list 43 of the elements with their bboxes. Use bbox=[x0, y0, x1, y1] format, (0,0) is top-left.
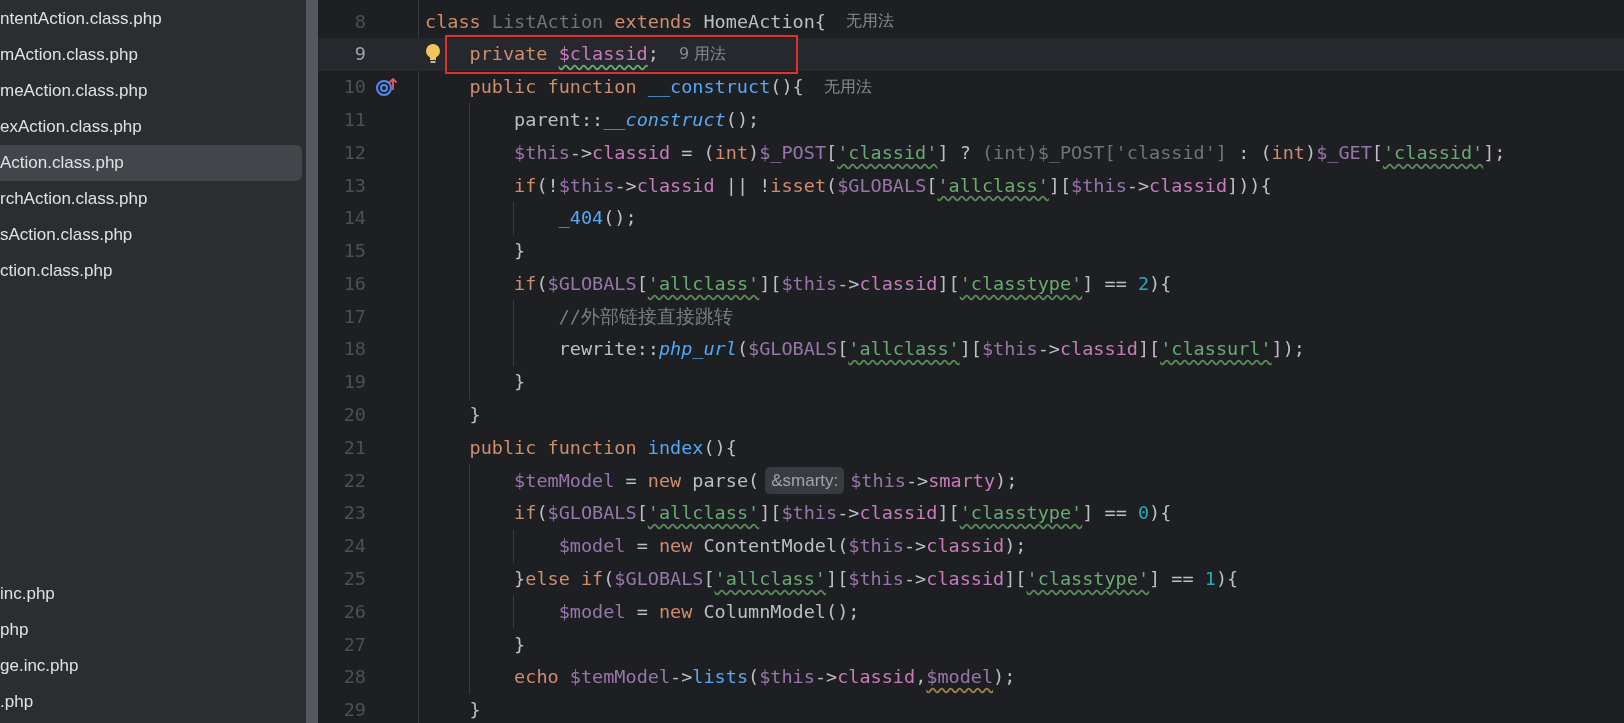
lightbulb-icon[interactable] bbox=[425, 42, 441, 65]
code-text: parent::__construct(); bbox=[514, 107, 760, 132]
code-text: $model = new ContentModel($this->classid); bbox=[558, 534, 1027, 559]
code-text: if(!$this->classid || !isset($GLOBALS['allclass'][$this->classid])){ bbox=[514, 173, 1272, 198]
code-text: echo $temModel->lists($this->classid,$model); bbox=[514, 665, 1016, 690]
code-text: } bbox=[514, 370, 526, 395]
code-text: $model = new ColumnModel(); bbox=[558, 599, 860, 624]
code-text: $temModel = new parse( bbox=[514, 468, 760, 493]
code-text: private $classid; bbox=[469, 42, 659, 67]
code-text: }else if($GLOBALS['allclass'][$this->classid]['classtype'] == 1){ bbox=[514, 567, 1239, 592]
file-item[interactable]: inc.php bbox=[0, 576, 302, 612]
file-item[interactable]: php bbox=[0, 612, 302, 648]
file-item[interactable]: Action.class.php bbox=[0, 145, 302, 181]
code-text: class ListAction extends HomeAction{ bbox=[425, 9, 826, 34]
file-item[interactable]: rchAction.class.php bbox=[0, 181, 302, 217]
file-item[interactable]: sAction.class.php bbox=[0, 217, 302, 253]
code-text: public function index(){ bbox=[469, 435, 737, 460]
parameter-hint: &smarty: bbox=[765, 466, 845, 495]
code-text: } bbox=[469, 403, 481, 428]
file-item[interactable]: ntentAction.class.php bbox=[0, 1, 302, 37]
file-item[interactable]: ction.class.php bbox=[0, 253, 302, 289]
usage-hint[interactable]: 无用法 bbox=[823, 75, 872, 99]
code-text: $this->smarty); bbox=[850, 468, 1018, 493]
file-item[interactable]: mAction.class.php bbox=[0, 37, 302, 73]
code-text: //外部链接直接跳转 bbox=[558, 304, 733, 329]
file-item[interactable]: exAction.class.php bbox=[0, 109, 302, 145]
file-item[interactable]: ge.inc.php bbox=[0, 648, 302, 684]
file-item[interactable]: meAction.class.php bbox=[0, 73, 302, 109]
usage-hint[interactable]: 无用法 bbox=[846, 9, 894, 34]
target-arrow-icon[interactable] bbox=[376, 77, 398, 97]
line-number: 9 bbox=[353, 42, 366, 67]
code-text: } bbox=[514, 632, 526, 657]
scrollbar[interactable] bbox=[306, 0, 318, 723]
code-text: $this->classid = (int)$_POST['classid'] ? (int)$_POST['classid'] : (int)$_GET['classid']; bbox=[514, 140, 1506, 165]
code-text: if($GLOBALS['allclass'][$this->classid]['classtype'] == 2){ bbox=[514, 271, 1172, 296]
file-item[interactable]: .php bbox=[0, 684, 302, 720]
code-text: public function __construct(){ bbox=[469, 75, 804, 100]
usage-hint[interactable]: 9 用法 bbox=[678, 42, 727, 67]
code-text: if($GLOBALS['allclass'][$this->classid]['classtype'] == 0){ bbox=[514, 501, 1172, 526]
code-text: } bbox=[469, 698, 481, 723]
code-text: _404(); bbox=[558, 206, 637, 231]
code-text: } bbox=[514, 239, 526, 264]
code-text: rewrite::php_url($GLOBALS['allclass'][$this->classid]['classurl']); bbox=[558, 337, 1305, 362]
